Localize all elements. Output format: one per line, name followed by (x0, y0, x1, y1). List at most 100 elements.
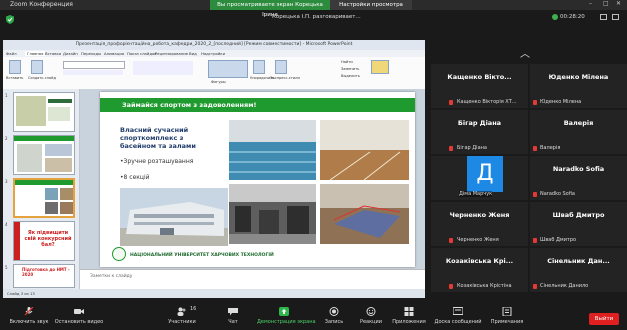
thumb-slide-4[interactable]: Як підвищити свій конкурсний бал? (13, 221, 75, 261)
participant-name: Naradko Sofia (552, 165, 605, 173)
ppt-ribbon-tabs: Файл Главная Вставка Дизайн Переходы Ани… (3, 50, 425, 57)
record-icon (329, 307, 339, 316)
participant-label: Шваб Дмитро (540, 237, 577, 243)
fullscreen-icon[interactable] (612, 14, 619, 20)
font-select[interactable] (63, 61, 125, 69)
thumb-number: 5 (5, 265, 8, 270)
apps-icon (404, 307, 414, 316)
mic-muted-icon (449, 146, 453, 151)
thumb-slide-2[interactable] (13, 135, 75, 175)
ppt-ribbon: Вставить Создать слайд Фигуры Упорядочит… (3, 57, 425, 90)
slide-title: Займайся спортом з задоволенням! (122, 101, 257, 109)
participant-label: Бігар Діана (457, 145, 487, 151)
thumb-slide-5[interactable]: Підготовка до НМТ - 2020 (13, 264, 75, 288)
mic-muted-icon (533, 192, 537, 197)
participant-tile[interactable]: Д Діма Марчук (431, 156, 528, 200)
ppt-tab-addins[interactable]: Надстройки (201, 51, 225, 56)
mic-muted-icon (449, 238, 453, 243)
thumb-number: 3 (5, 179, 8, 184)
participant-tile[interactable]: Черненко Женя Черненко Женя (431, 202, 528, 246)
notes-button[interactable]: Примечания (480, 304, 534, 330)
maximize-icon[interactable]: □ (603, 0, 609, 7)
whiteboard-label: Доска сообщений (434, 319, 482, 325)
participant-tile[interactable]: Шваб Дмитро Шваб Дмитро (530, 202, 627, 246)
ppt-tab-home[interactable]: Главная (25, 51, 46, 56)
paste-icon[interactable] (9, 60, 21, 74)
ppt-tab-view[interactable]: Вид (189, 51, 197, 56)
participant-tile[interactable]: Бігар Діана Бігар Діана (431, 110, 528, 154)
boxing-hall-photo (320, 184, 409, 244)
replace-button[interactable]: Заменить (341, 67, 359, 71)
thumb-5-text: Підготовка до НМТ - 2020 (22, 267, 70, 277)
chat-label: Чат (228, 319, 238, 325)
participant-label: Юденко Мілена (540, 99, 582, 105)
find-button[interactable]: Найти (341, 60, 353, 64)
mic-muted-icon (533, 100, 537, 105)
thumb-slide-1[interactable] (13, 92, 75, 132)
slide-thumbnails: 1 2 3 4 Як підвищити свій конкурсний бал… (3, 89, 80, 289)
gallery-view-icon[interactable] (600, 14, 607, 20)
share-screen-icon (279, 307, 289, 316)
participants-button[interactable]: 16 Участники (155, 304, 209, 330)
gallery-next-icon[interactable]: ︿ (515, 45, 535, 60)
participant-name: Шваб Дмитро (552, 211, 605, 219)
ppt-tab-slideshow[interactable]: Показ слайдов (127, 51, 157, 56)
security-shield-icon[interactable] (6, 15, 14, 24)
shapes-gallery[interactable] (208, 60, 248, 78)
thumb-slide-3[interactable] (13, 178, 75, 218)
meeting-timer: 00:28:20 (560, 14, 585, 20)
participant-name: Валерія (563, 119, 594, 127)
quick-styles-icon[interactable] (275, 60, 287, 74)
stop-video-button[interactable]: Остановить видео (52, 304, 106, 330)
participant-tile[interactable]: Сінельник Дан... Сінельник Данило (530, 248, 627, 292)
font-format-controls[interactable] (63, 70, 123, 75)
ppt-tab-animation[interactable]: Анимация (104, 51, 124, 56)
gym-photo (229, 184, 316, 244)
ppt-tab-design[interactable]: Дизайн (63, 51, 78, 56)
mic-muted-icon (449, 100, 453, 105)
select-button[interactable]: Выделить (341, 74, 360, 78)
ppt-tab-review[interactable]: Рецензирование (155, 51, 188, 56)
notes-placeholder: Заметки к слайду (90, 274, 133, 279)
chat-button[interactable]: Чат (206, 304, 260, 330)
participant-name: Сінельник Дан... (547, 257, 610, 265)
avatar: Д (467, 156, 503, 192)
notes-icon (502, 307, 512, 316)
chat-icon (228, 308, 238, 316)
timer-icon (552, 14, 558, 20)
participant-label: Черненко Женя (457, 237, 499, 243)
notes-pane[interactable]: Заметки к слайду (80, 269, 425, 290)
mic-off-icon (24, 307, 34, 316)
thumb-4-text: Як підвищити свій конкурсний бал? (24, 230, 72, 248)
view-options-button[interactable]: Настройки просмотра (330, 0, 412, 10)
ppt-tab-insert[interactable]: Вставка (45, 51, 61, 56)
participant-tile[interactable]: Кащенко Вікто... Кащенко Вікторія ХТ... (431, 64, 528, 108)
ppt-tab-transitions[interactable]: Переходы (81, 51, 101, 56)
participant-tile[interactable]: Козаківська Крі... Козаківська Крістіна (431, 248, 528, 292)
close-icon[interactable]: ✕ (616, 0, 621, 7)
minimize-icon[interactable]: – (589, 0, 592, 7)
unmute-label: Включить звук (9, 319, 49, 325)
paragraph-controls[interactable] (133, 61, 193, 75)
participant-label: Козаківська Крістіна (457, 283, 512, 289)
document-icon[interactable] (371, 60, 389, 74)
leave-meeting-button[interactable]: Выйти (589, 313, 619, 325)
window-title: Zoom Конференция (10, 1, 73, 8)
participant-tile[interactable]: Валерія Валерія (530, 110, 627, 154)
mic-muted-icon (533, 238, 537, 243)
share-screen-button[interactable]: Демонстрация экрана (257, 304, 316, 330)
slide-bullet: •8 секцій (120, 174, 150, 181)
participant-tile[interactable]: Naradko Sofia Naradko Sofia (530, 156, 627, 200)
building-photo (120, 188, 228, 246)
new-slide-icon[interactable] (31, 60, 43, 74)
whiteboard-button[interactable]: Доска сообщений (428, 304, 488, 330)
arrange-icon[interactable] (253, 60, 265, 74)
ppt-tab-file[interactable]: Файл (6, 51, 17, 56)
participant-tile[interactable]: Юденко Мілена Юденко Мілена (530, 64, 627, 108)
current-slide[interactable]: Займайся спортом з задоволенням! Власний… (100, 92, 415, 267)
participant-name: Черненко Женя (449, 211, 510, 219)
mic-muted-icon (533, 146, 537, 151)
meeting-toolbar: Включить звук Остановить видео 16 Участн… (0, 304, 627, 330)
notes-label: Примечания (490, 319, 524, 325)
unmute-button[interactable]: Включить звук (2, 304, 56, 330)
